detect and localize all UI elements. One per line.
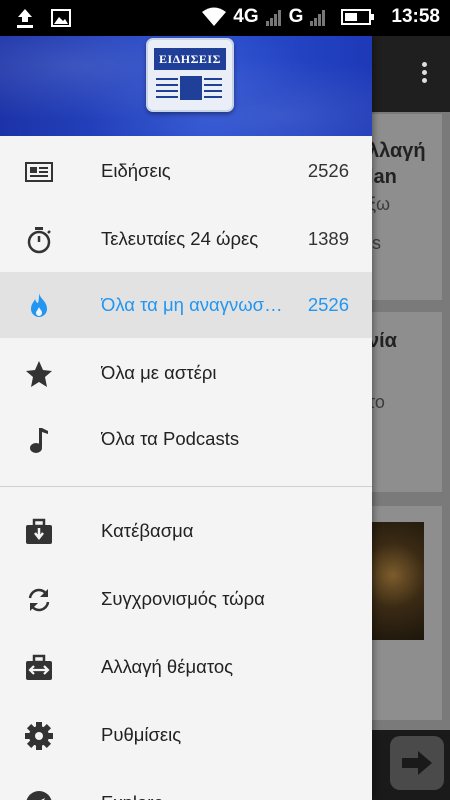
drawer-item-change-theme[interactable]: Αλλαγή θέματος xyxy=(0,634,372,700)
network-label-1: 4G xyxy=(233,6,259,27)
drawer-item-label: Ειδήσεις xyxy=(101,160,171,181)
upload-icon xyxy=(17,9,33,28)
drawer-item-count: 1389 xyxy=(307,228,349,249)
app-logo: ΕΙΔΗΣΕΙΣ xyxy=(146,38,234,112)
drawer-item-label: Όλα τα Podcasts xyxy=(101,428,240,449)
drawer-item-label: Explore xyxy=(101,792,164,800)
signal-icon xyxy=(265,10,281,26)
drawer-item-news[interactable]: Ειδήσεις 2526 xyxy=(0,138,372,204)
drawer-divider xyxy=(0,486,372,487)
compass-icon xyxy=(26,791,52,800)
logo-text: ΕΙΔΗΣΕΙΣ xyxy=(154,48,226,70)
drawer-item-label: Τελευταίες 24 ώρες xyxy=(101,228,259,249)
drawer-item-label: Όλα με αστέρι xyxy=(101,362,217,383)
image-icon xyxy=(51,9,71,27)
star-icon xyxy=(26,361,52,387)
drawer-item-label: Ρυθμίσεις xyxy=(101,724,182,745)
drawer-item-starred[interactable]: Όλα με αστέρι xyxy=(0,340,372,406)
stopwatch-icon xyxy=(27,227,51,254)
drawer-item-count: 2526 xyxy=(307,160,349,181)
drawer-item-label: Όλα τα μη αναγνωσμένα xyxy=(101,294,293,315)
drawer-item-sync[interactable]: Συγχρονισμός τώρα xyxy=(0,566,372,632)
download-briefcase-icon xyxy=(26,518,52,544)
drawer-item-explore[interactable]: Explore xyxy=(0,770,372,800)
battery-icon xyxy=(341,9,375,25)
drawer-header: ΕΙΔΗΣΕΙΣ xyxy=(0,36,372,136)
next-button[interactable] xyxy=(390,736,444,790)
drawer-item-last-24h[interactable]: Τελευταίες 24 ώρες 1389 xyxy=(0,206,372,272)
drawer-item-label: Συγχρονισμός τώρα xyxy=(101,588,265,609)
article-thumbnail xyxy=(372,522,424,640)
flame-icon xyxy=(31,293,47,317)
drawer-item-label: Αλλαγή θέματος xyxy=(101,656,234,677)
network-label-2: G xyxy=(288,6,304,27)
drawer-item-podcasts[interactable]: Όλα τα Podcasts xyxy=(0,406,372,472)
drawer-item-all-unread[interactable]: Όλα τα μη αναγνωσμένα 2526 xyxy=(0,272,372,338)
navigation-drawer: ΕΙΔΗΣΕΙΣ Ειδήσεις 2526 Τελευταίες 24 ώρε… xyxy=(0,36,372,800)
status-bar: 4G G 13:58 xyxy=(0,0,450,36)
newspaper-icon xyxy=(25,162,53,182)
overflow-menu-icon[interactable] xyxy=(422,62,428,86)
drawer-item-settings[interactable]: Ρυθμίσεις xyxy=(0,702,372,768)
gear-icon xyxy=(25,722,53,750)
drawer-item-download[interactable]: Κατέβασμα xyxy=(0,498,372,564)
clock: 13:58 xyxy=(391,6,440,27)
drawer-item-count: 2526 xyxy=(307,294,349,315)
wifi-icon xyxy=(202,7,227,26)
sync-icon xyxy=(28,588,50,612)
arrow-right-icon xyxy=(402,751,432,775)
drawer-item-label: Κατέβασμα xyxy=(101,520,194,541)
signal-icon-2 xyxy=(310,10,326,26)
swap-theme-icon xyxy=(26,654,52,680)
music-note-icon xyxy=(30,428,48,453)
